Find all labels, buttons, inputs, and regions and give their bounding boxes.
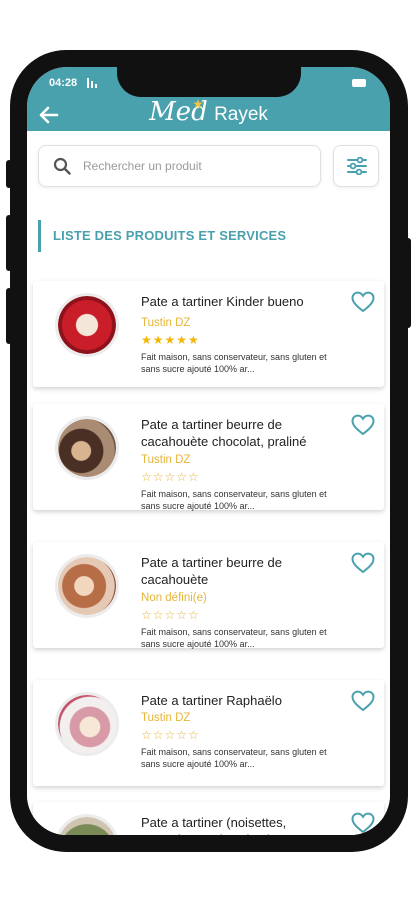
search-bar[interactable] bbox=[38, 145, 321, 187]
product-name: Pate a tartiner beurre de cacahouète cho… bbox=[141, 417, 307, 449]
heart-outline-icon[interactable] bbox=[351, 552, 375, 574]
product-card[interactable]: Pate a tartiner Kinder bueno Tustin DZ ★… bbox=[33, 281, 384, 387]
product-description: Fait maison, sans conservateur, sans glu… bbox=[141, 627, 327, 649]
product-description: Fait maison, sans conservateur, sans glu… bbox=[141, 352, 327, 374]
product-card[interactable]: Pate a tartiner (noisettes, amandes et p… bbox=[33, 802, 384, 835]
status-time: 04:28 bbox=[49, 77, 78, 89]
product-rating: ☆☆☆☆☆ bbox=[141, 608, 200, 622]
sliders-icon bbox=[347, 157, 367, 175]
product-card[interactable]: Pate a tartiner Raphaëlo Tustin DZ ☆☆☆☆☆… bbox=[33, 680, 384, 786]
search-icon bbox=[53, 157, 71, 175]
product-image bbox=[55, 814, 119, 835]
heart-outline-icon[interactable] bbox=[351, 414, 375, 436]
app-screen: 04:28 Med Rayek Rechercher un produit LI… bbox=[27, 67, 390, 835]
battery-icon bbox=[352, 79, 366, 87]
product-name: Pate a tartiner (noisettes, amandes et p… bbox=[141, 815, 287, 835]
signal-icon bbox=[87, 78, 97, 88]
product-image bbox=[55, 554, 119, 618]
product-description: Fait maison, sans conservateur, sans glu… bbox=[141, 747, 327, 769]
product-rating: ☆☆☆☆☆ bbox=[141, 470, 200, 484]
product-card[interactable]: Pate a tartiner beurre de cacahouète Non… bbox=[33, 542, 384, 649]
product-description: Fait maison, sans conservateur, sans glu… bbox=[141, 489, 327, 511]
product-rating: ☆☆☆☆☆ bbox=[141, 728, 200, 742]
heart-outline-icon[interactable] bbox=[351, 690, 375, 712]
app-logo: Med Rayek bbox=[27, 97, 390, 127]
product-seller[interactable]: Tustin DZ bbox=[141, 454, 190, 466]
product-name: Pate a tartiner beurre de cacahouète bbox=[141, 555, 282, 587]
product-name: Pate a tartiner Raphaëlo bbox=[141, 693, 282, 708]
section-title: LISTE DES PRODUITS ET SERVICES bbox=[38, 220, 286, 252]
product-name: Pate a tartiner Kinder bueno bbox=[141, 294, 304, 309]
product-seller[interactable]: Non défini(e) bbox=[141, 592, 207, 604]
filter-button[interactable] bbox=[333, 145, 379, 187]
phone-notch bbox=[117, 67, 301, 97]
logo-star-icon bbox=[193, 99, 203, 109]
heart-outline-icon[interactable] bbox=[351, 291, 375, 313]
product-seller[interactable]: Tustin DZ bbox=[141, 317, 190, 329]
product-image bbox=[55, 692, 119, 756]
product-card[interactable]: Pate a tartiner beurre de cacahouète cho… bbox=[33, 404, 384, 511]
product-seller[interactable]: Tustin DZ bbox=[141, 712, 190, 724]
main-content: LISTE DES PRODUITS ET SERVICES Pate a ta… bbox=[27, 131, 390, 835]
product-image bbox=[55, 416, 119, 480]
search-input[interactable] bbox=[83, 156, 303, 176]
product-rating: ★★★★★ bbox=[141, 333, 200, 347]
product-image bbox=[55, 293, 119, 357]
logo-brand-text: Rayek bbox=[214, 104, 268, 125]
heart-outline-icon[interactable] bbox=[351, 812, 375, 834]
